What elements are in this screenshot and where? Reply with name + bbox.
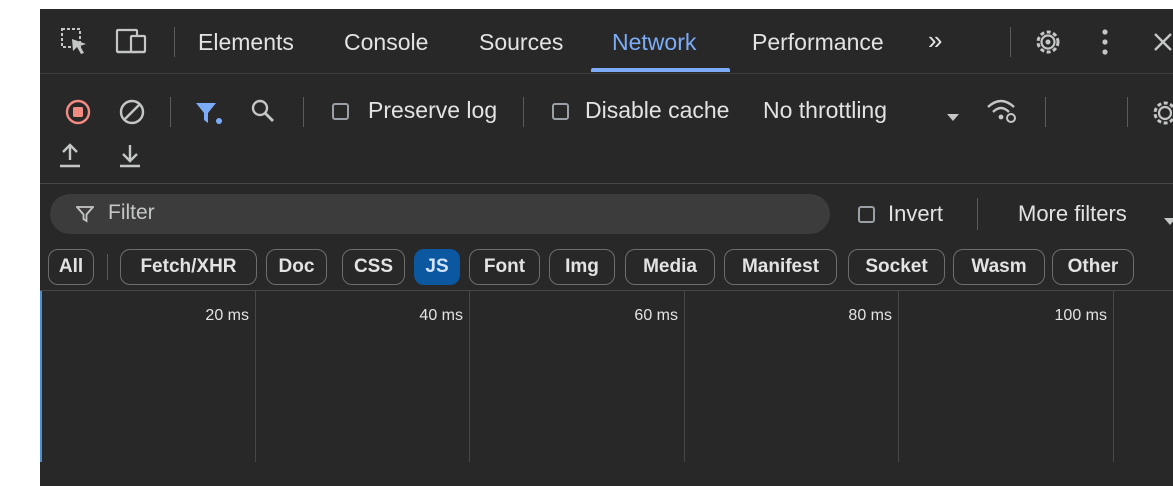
import-har-icon[interactable] (58, 143, 82, 174)
filter-input[interactable]: Filter (50, 194, 830, 234)
tab-network[interactable]: Network (612, 29, 696, 56)
stop-recording-icon[interactable] (65, 99, 91, 130)
tab-performance[interactable]: Performance (752, 29, 884, 56)
tab-separator (174, 27, 175, 57)
close-icon[interactable] (1152, 31, 1173, 57)
timeline-gridline (1113, 291, 1114, 463)
disable-cache-label[interactable]: Disable cache (585, 97, 729, 124)
more-filters-dropdown-icon[interactable] (1164, 213, 1173, 231)
resource-type-filters: All Fetch/XHR Doc CSS JS Font Img Media … (40, 244, 1173, 290)
invert-checkbox[interactable] (858, 206, 875, 223)
type-filter-css[interactable]: CSS (342, 249, 405, 285)
clear-icon[interactable] (118, 98, 146, 131)
timeline-gridline (684, 291, 685, 463)
toolbar-separator (1045, 97, 1046, 127)
tab-console[interactable]: Console (344, 29, 428, 56)
tab-separator (1010, 27, 1011, 57)
timeline-tick-label: 100 ms (1054, 307, 1107, 324)
toolbar-separator (170, 97, 171, 127)
type-filter-img[interactable]: Img (549, 249, 615, 285)
type-filter-other[interactable]: Other (1052, 249, 1134, 285)
tab-elements[interactable]: Elements (198, 29, 294, 56)
more-filters-button[interactable]: More filters (1018, 201, 1127, 227)
timeline-gridline (255, 291, 256, 463)
type-filter-manifest[interactable]: Manifest (724, 249, 837, 285)
timeline-cursor[interactable] (40, 291, 42, 462)
type-filter-media[interactable]: Media (625, 249, 715, 285)
export-har-icon[interactable] (118, 143, 142, 174)
timeline-gridline (898, 291, 899, 463)
overview-timeline[interactable]: 20 ms 40 ms 60 ms 80 ms 100 ms (40, 290, 1173, 464)
network-toolbar: Preserve log Disable cache No throttling (40, 73, 1173, 183)
filter-active-icon[interactable] (194, 100, 224, 131)
network-conditions-icon[interactable] (985, 96, 1019, 131)
network-settings-icon[interactable] (1150, 98, 1173, 133)
tab-sources[interactable]: Sources (479, 29, 563, 56)
type-filter-doc[interactable]: Doc (266, 249, 327, 285)
timeline-tick-label: 60 ms (634, 307, 678, 324)
timeline-tick-label: 40 ms (419, 307, 463, 324)
more-tabs-icon[interactable]: » (928, 25, 942, 56)
filter-placeholder: Filter (108, 201, 155, 224)
timeline-tick-label: 80 ms (848, 307, 892, 324)
main-tab-bar: Elements Console Sources Network Perform… (40, 9, 1173, 74)
requests-area (40, 462, 1173, 486)
throttling-dropdown-icon[interactable] (947, 109, 959, 127)
settings-icon[interactable] (1032, 26, 1064, 63)
type-filter-socket[interactable]: Socket (848, 249, 945, 285)
search-icon[interactable] (250, 98, 276, 129)
devtools-panel: Elements Console Sources Network Perform… (40, 9, 1173, 486)
kebab-menu-icon[interactable] (1100, 27, 1110, 62)
preserve-log-label[interactable]: Preserve log (368, 97, 497, 124)
chip-separator (107, 254, 108, 280)
toolbar-separator (1127, 97, 1128, 127)
filter-bar: Filter Invert More filters (40, 183, 1173, 245)
preserve-log-checkbox[interactable] (332, 103, 349, 120)
toolbar-separator (523, 97, 524, 127)
filter-icon (75, 205, 95, 228)
filter-separator (977, 198, 978, 230)
throttling-select[interactable]: No throttling (763, 97, 887, 124)
timeline-tick-label: 20 ms (205, 307, 249, 324)
type-filter-all[interactable]: All (48, 249, 94, 285)
device-toolbar-icon[interactable] (115, 26, 149, 61)
timeline-gridline (469, 291, 470, 463)
type-filter-wasm[interactable]: Wasm (953, 249, 1045, 285)
invert-label[interactable]: Invert (888, 201, 943, 227)
toolbar-separator (303, 97, 304, 127)
type-filter-fetch-xhr[interactable]: Fetch/XHR (120, 249, 257, 285)
disable-cache-checkbox[interactable] (552, 103, 569, 120)
inspect-element-icon[interactable] (60, 27, 90, 62)
type-filter-js[interactable]: JS (414, 249, 460, 285)
active-tab-indicator (591, 68, 730, 72)
type-filter-font[interactable]: Font (469, 249, 540, 285)
